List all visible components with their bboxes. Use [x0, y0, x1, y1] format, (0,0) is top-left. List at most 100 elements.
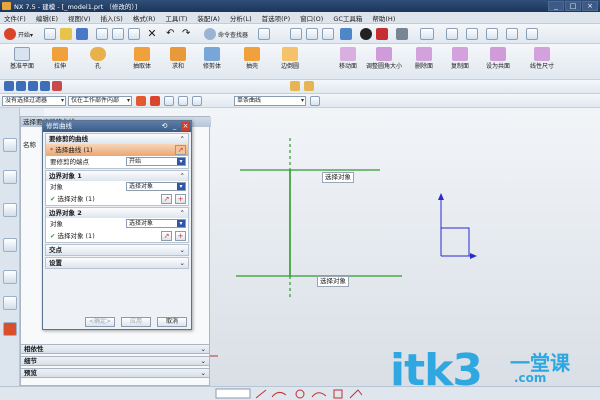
menu-analysis[interactable]: 分析(L): [230, 13, 252, 23]
snap-midpoint-icon[interactable]: [16, 81, 26, 91]
boundary1-pick-button[interactable]: ↗: [161, 194, 172, 204]
select-curve-icon[interactable]: [192, 96, 202, 106]
assembly-navigator-icon[interactable]: [3, 170, 17, 184]
make-coplanar-button[interactable]: 设为共面: [476, 47, 520, 79]
reuse-library-icon[interactable]: [3, 238, 17, 252]
web-browser-icon[interactable]: [3, 296, 17, 310]
dialog-minimize-icon[interactable]: _: [170, 122, 179, 131]
start-label[interactable]: 开始▾: [18, 30, 33, 39]
new-file-icon[interactable]: [44, 28, 56, 40]
boundary1-point-button[interactable]: +: [175, 194, 186, 204]
layer-icon[interactable]: [396, 28, 408, 40]
intersection-header[interactable]: 交点 ⌄: [46, 245, 188, 255]
menu-tools[interactable]: 工具(T): [165, 13, 187, 23]
undo-icon[interactable]: ↶: [166, 28, 178, 40]
section-view-icon[interactable]: [506, 28, 518, 40]
paste-icon[interactable]: [128, 28, 140, 40]
rectangle-icon[interactable]: [333, 389, 343, 399]
fillet-icon[interactable]: [311, 392, 327, 398]
circle-icon[interactable]: [295, 389, 305, 399]
nav-section-preview[interactable]: 预览 ⌄: [20, 368, 210, 378]
selection-filter-combo[interactable]: 没有选择过滤器: [2, 96, 66, 106]
polyline-icon[interactable]: [349, 389, 363, 399]
select-face-icon[interactable]: [164, 96, 174, 106]
ok-button[interactable]: <确定>: [85, 317, 115, 327]
selection-scope-combo[interactable]: 仅在工作部件内部: [68, 96, 132, 106]
part-nav-icon[interactable]: [304, 81, 314, 91]
select-curve-row[interactable]: * 选择曲线 (1) ↗: [46, 144, 188, 156]
maximize-icon[interactable]: □: [565, 1, 581, 11]
arc-icon[interactable]: [271, 391, 287, 398]
fit-view-icon[interactable]: [290, 28, 302, 40]
shaded-view-icon[interactable]: [340, 28, 352, 40]
cut-icon[interactable]: [96, 28, 108, 40]
render-style-icon[interactable]: [360, 28, 372, 40]
nav-section-dependencies[interactable]: 相依性 ⌄: [20, 344, 210, 354]
background-icon[interactable]: [420, 28, 434, 40]
part-navigator-icon[interactable]: [3, 138, 17, 152]
menu-assembly[interactable]: 装配(A): [197, 13, 220, 23]
save-icon[interactable]: [76, 28, 88, 40]
constraint-navigator-icon[interactable]: [3, 203, 17, 217]
history-icon[interactable]: [3, 270, 17, 284]
folder-icon[interactable]: [290, 81, 300, 91]
menu-window[interactable]: 窗口(O): [300, 13, 323, 23]
select-all-icon[interactable]: [136, 96, 146, 106]
snap-center-icon[interactable]: [28, 81, 38, 91]
boundary1-object-combo[interactable]: 选择对象 ▾: [126, 182, 186, 191]
redo-icon[interactable]: ↷: [182, 28, 194, 40]
boundary2-select-row[interactable]: ✔ 选择对象 (1) ↗ +: [46, 230, 188, 242]
dialog-close-icon[interactable]: ×: [181, 122, 190, 131]
minimize-icon[interactable]: _: [548, 1, 564, 11]
boundary1-select-row[interactable]: ✔ 选择对象 (1) ↗ +: [46, 193, 188, 205]
open-folder-icon[interactable]: [60, 28, 72, 40]
select-curve-button[interactable]: ↗: [175, 145, 186, 155]
menu-gc-toolbox[interactable]: GC工具箱: [333, 13, 362, 23]
settings-header[interactable]: 设置 ⌄: [46, 258, 188, 268]
menu-format[interactable]: 格式(R): [133, 13, 156, 23]
apply-button[interactable]: 应用: [121, 317, 151, 327]
show-hide-icon[interactable]: [466, 28, 478, 40]
curve-rule-combo[interactable]: 单条曲线: [234, 96, 306, 106]
zoom-icon[interactable]: [306, 28, 318, 40]
wcs-icon[interactable]: [446, 28, 458, 40]
snap-point-icon[interactable]: [52, 81, 62, 91]
nav-section-details[interactable]: 细节 ⌄: [20, 356, 210, 366]
filter-icon[interactable]: [150, 96, 160, 106]
end-to-trim-combo[interactable]: 开始 ▾: [126, 157, 186, 166]
cancel-button[interactable]: 取消: [157, 317, 187, 327]
boundary-object-1-header[interactable]: 边界对象 1 ⌃: [46, 171, 188, 181]
linear-dimension-button[interactable]: 线性尺寸: [520, 47, 564, 79]
delete-icon[interactable]: ✕: [146, 28, 158, 40]
command-finder-label[interactable]: 命令查找器: [218, 30, 248, 39]
menu-file[interactable]: 文件(F): [4, 13, 26, 23]
rotate-icon[interactable]: [322, 28, 334, 40]
dialog-reset-icon[interactable]: ⟲: [160, 122, 169, 131]
boundary2-object-combo[interactable]: 选择对象 ▾: [126, 219, 186, 228]
trim-body-button[interactable]: 修剪体: [190, 47, 234, 79]
snap-intersection-icon[interactable]: [40, 81, 50, 91]
menu-edit[interactable]: 编辑(E): [36, 13, 58, 23]
copy-icon[interactable]: [112, 28, 124, 40]
menu-preferences[interactable]: 首选项(P): [262, 13, 291, 23]
view-orient-icon[interactable]: [486, 28, 498, 40]
menu-insert[interactable]: 插入(S): [101, 13, 123, 23]
close-icon[interactable]: ×: [582, 1, 598, 11]
snap-endpoint-icon[interactable]: [4, 81, 14, 91]
curve-to-trim-header[interactable]: 要修剪的曲线 ⌃: [46, 134, 188, 144]
menu-view[interactable]: 视图(V): [68, 13, 91, 23]
select-tool-icon[interactable]: [258, 28, 270, 40]
hole-button[interactable]: 孔: [76, 47, 120, 79]
sketch-combo[interactable]: [215, 388, 251, 399]
command-finder-icon[interactable]: [204, 28, 216, 40]
edge-display-icon[interactable]: [376, 28, 388, 40]
start-icon[interactable]: [4, 28, 16, 40]
resize-blend-button[interactable]: 调整圆角大小: [362, 47, 406, 79]
line-icon[interactable]: [255, 389, 267, 399]
boundary-object-2-header[interactable]: 边界对象 2 ⌃: [46, 208, 188, 218]
boundary2-pick-button[interactable]: ↗: [161, 231, 172, 241]
curve-rule-icon[interactable]: [310, 96, 320, 106]
boundary2-point-button[interactable]: +: [175, 231, 186, 241]
select-body-icon[interactable]: [178, 96, 188, 106]
measure-icon[interactable]: [526, 28, 538, 40]
